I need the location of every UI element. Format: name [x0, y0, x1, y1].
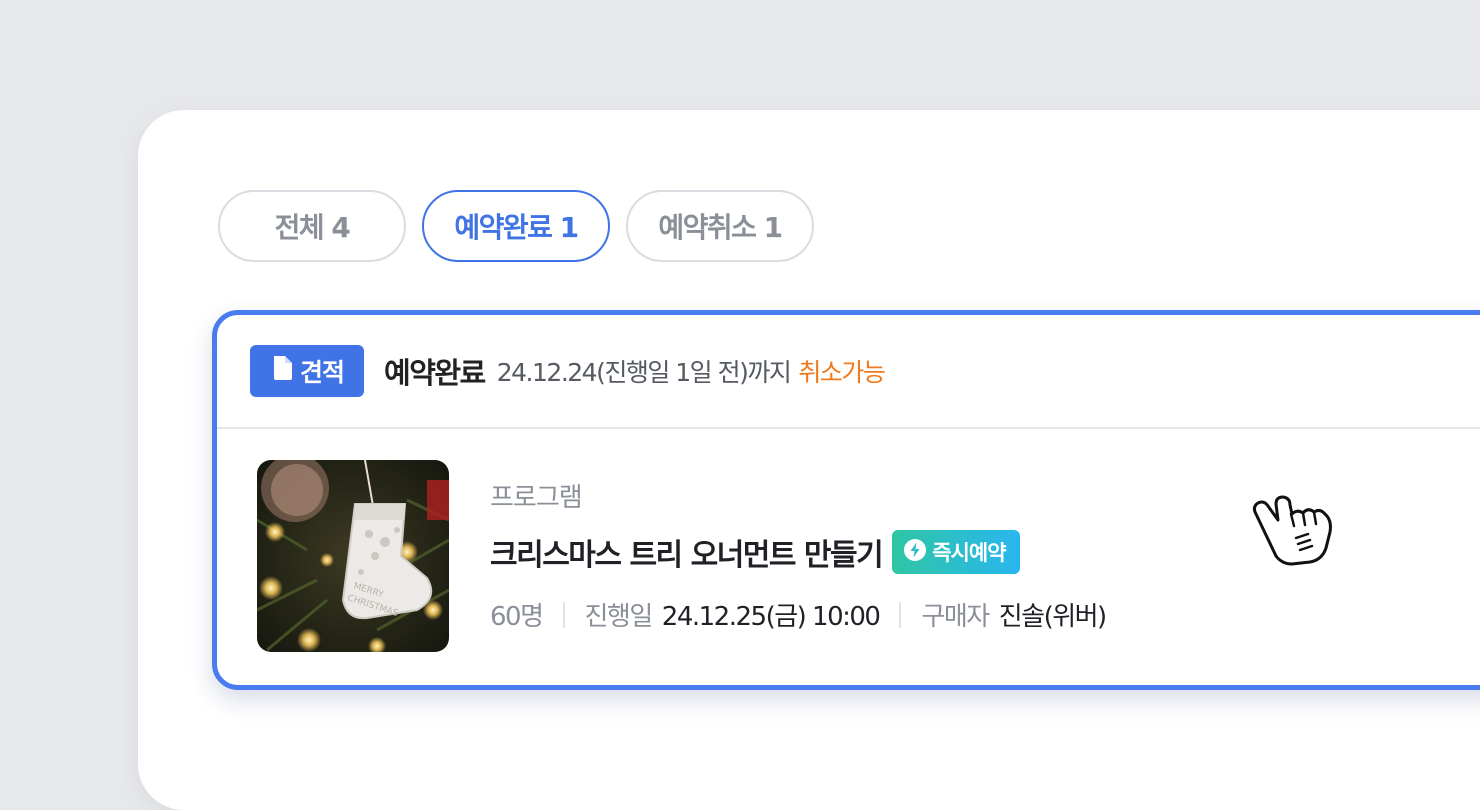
divider: [899, 601, 902, 628]
lightning-icon: [904, 538, 927, 566]
divider: [562, 601, 565, 628]
tab-reserved[interactable]: 예약완료 1: [422, 190, 610, 262]
buyer-label: 구매자: [921, 602, 990, 632]
category-label: 프로그램: [490, 483, 583, 513]
date-value: 24.12.25(금) 10:00: [661, 602, 881, 632]
document-icon: [272, 355, 294, 387]
card-header: 견적 예약완료 24.12.24(진행일 1일 전)까지 취소가능: [217, 315, 1480, 429]
instant-reservation-badge: 즉시예약: [892, 530, 1020, 574]
title-row: 크리스마스 트리 오너먼트 만들기 즉시예약: [490, 530, 1106, 574]
program-title[interactable]: 크리스마스 트리 오너먼트 만들기: [490, 530, 884, 574]
status-title: 예약완료: [384, 356, 486, 390]
hand-pointer-icon: [1250, 492, 1340, 572]
program-thumbnail[interactable]: MERRY CHRISTMAS: [257, 460, 449, 652]
estimate-button[interactable]: 견적: [250, 345, 365, 397]
date-label: 진행일: [584, 602, 654, 632]
filter-tabs: 전체 4 예약완료 1 예약취소 1: [218, 190, 814, 262]
people-count: 60명: [490, 602, 544, 632]
program-info: 프로그램 크리스마스 트리 오너먼트 만들기 즉시예약 60명 진행일 24.1…: [490, 477, 1107, 633]
estimate-label: 견적: [300, 358, 345, 387]
tab-all[interactable]: 전체 4: [218, 190, 406, 262]
cancel-deadline: 24.12.24(진행일 1일 전)까지: [496, 358, 792, 387]
meta-row: 60명 진행일 24.12.25(금) 10:00 구매자 진솔(위버): [490, 596, 1107, 633]
cancel-available-label: 취소가능: [798, 358, 886, 387]
instant-badge-label: 즉시예약: [932, 541, 1006, 565]
buyer-value: 진솔(위버): [998, 602, 1107, 632]
tab-cancelled[interactable]: 예약취소 1: [626, 190, 814, 262]
